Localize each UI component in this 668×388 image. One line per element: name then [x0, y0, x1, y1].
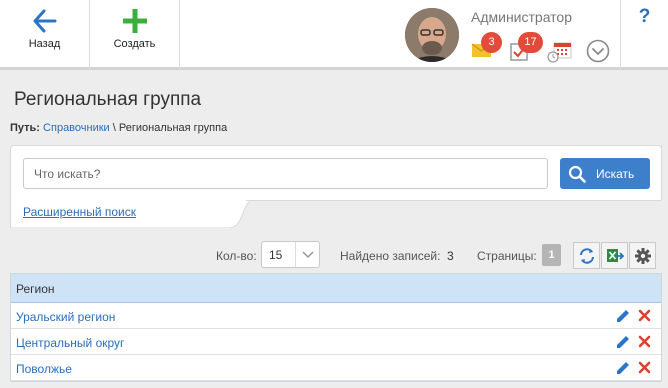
panel-border-right — [661, 145, 662, 201]
found-value: 3 — [447, 249, 454, 263]
username[interactable]: Администратор — [471, 9, 572, 25]
create-button[interactable]: Создать — [90, 0, 180, 70]
search-input[interactable] — [23, 158, 548, 189]
refresh-button[interactable] — [573, 242, 600, 269]
messages-badge: 3 — [481, 32, 502, 53]
calendar-clock-icon — [547, 42, 572, 63]
pencil-icon[interactable] — [615, 334, 631, 353]
search-button[interactable]: Искать — [560, 158, 650, 189]
delete-icon[interactable] — [638, 309, 651, 325]
breadcrumb: Путь: Справочники \ Региональная группа — [10, 122, 227, 134]
region-link[interactable]: Уральский регион — [16, 310, 115, 324]
panel-border-bottom — [246, 200, 662, 201]
calendar-indicator[interactable] — [547, 42, 573, 67]
chevron-down-circle-icon — [586, 39, 610, 63]
top-toolbar: Назад Создать Администратор 3 17 ? — [0, 0, 668, 70]
arrow-left-icon — [0, 8, 89, 34]
table-header[interactable]: Регион — [11, 274, 661, 303]
qty-value: 15 — [269, 248, 283, 262]
help-button[interactable]: ? — [620, 0, 668, 70]
tasks-badge: 17 — [518, 32, 543, 53]
search-panel: Искать — [10, 145, 662, 200]
found-label: Найдено записей: — [340, 249, 441, 263]
back-button-label: Назад — [28, 38, 61, 50]
avatar[interactable] — [405, 8, 459, 62]
gear-icon — [634, 247, 651, 264]
refresh-icon — [579, 247, 594, 264]
help-icon: ? — [638, 6, 651, 27]
column-header-region[interactable]: Регион — [16, 282, 55, 296]
chevron-down-icon — [295, 242, 319, 267]
qty-label: Кол-во: — [216, 249, 257, 263]
create-button-label: Создать — [113, 38, 156, 50]
region-link[interactable]: Поволжье — [16, 362, 72, 376]
breadcrumb-prefix: Путь: — [10, 122, 40, 134]
panel-border-left — [10, 200, 11, 228]
pages-label: Страницы: — [477, 249, 537, 263]
export-excel-button[interactable] — [601, 242, 628, 269]
settings-button[interactable] — [629, 242, 656, 269]
breadcrumb-link-directories[interactable]: Справочники — [43, 122, 110, 134]
plus-icon — [90, 8, 179, 34]
search-icon — [568, 165, 586, 183]
breadcrumb-separator: \ — [112, 122, 116, 134]
table-row: Поволжье — [11, 355, 661, 381]
advanced-search-link[interactable]: Расширенный поиск — [23, 205, 136, 219]
region-link[interactable]: Центральный округ — [16, 336, 124, 350]
delete-icon[interactable] — [638, 335, 651, 351]
region-table: Регион Уральский регион Центральный окру… — [10, 273, 662, 382]
search-button-label: Искать — [596, 166, 635, 181]
breadcrumb-current: Региональная группа — [118, 122, 228, 134]
qty-select[interactable]: 15 — [261, 241, 320, 268]
page-number-current[interactable]: 1 — [542, 244, 561, 266]
page-title: Региональная группа — [14, 89, 202, 110]
table-row: Центральный округ — [11, 329, 661, 355]
excel-export-icon — [606, 248, 624, 262]
pencil-icon[interactable] — [615, 308, 631, 327]
delete-icon[interactable] — [638, 361, 651, 377]
user-menu-toggle[interactable] — [586, 39, 610, 66]
back-button[interactable]: Назад — [0, 0, 90, 70]
pencil-icon[interactable] — [615, 360, 631, 379]
table-row: Уральский регион — [11, 303, 661, 329]
